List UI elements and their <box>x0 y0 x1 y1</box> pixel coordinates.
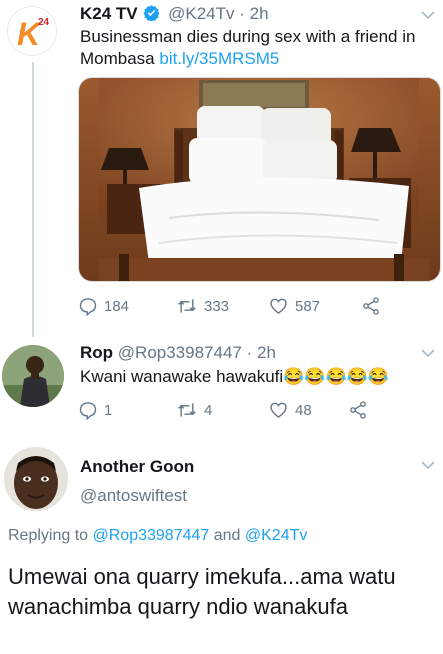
tweet3-chevron-down-icon[interactable] <box>421 460 435 470</box>
bedroom-image <box>79 78 440 281</box>
rop-profile-photo <box>2 345 64 407</box>
tweet2-time[interactable]: · 2h <box>247 343 276 362</box>
tweet1-time[interactable]: · 2h <box>239 4 268 23</box>
tweet1-text: Businessman dies during sex with a frien… <box>80 26 440 70</box>
heart-icon <box>270 298 287 314</box>
another-goon-profile-photo <box>4 447 68 511</box>
tweet1-reply-count: 184 <box>104 297 130 315</box>
tweet1-actions: 184 333 587 <box>78 296 387 316</box>
tweet2-retweet-count: 4 <box>204 401 213 419</box>
tweet2-reply-count: 1 <box>104 401 113 419</box>
tweet2-reply-button[interactable]: 1 <box>78 400 176 420</box>
reply-icon <box>79 298 97 316</box>
replying-to-and: and <box>213 527 241 544</box>
tweet2-like-button[interactable]: 48 <box>268 400 348 420</box>
tweet3-handle-row: @antoswiftest <box>80 486 187 506</box>
replying-to-user-k24[interactable]: @K24Tv <box>245 527 307 544</box>
tweet2-share-button[interactable] <box>348 400 374 420</box>
tweet2-chevron-down-icon[interactable] <box>421 348 435 358</box>
tweet2-name[interactable]: Rop <box>80 343 113 362</box>
tweet2-retweet-button[interactable]: 4 <box>176 400 268 420</box>
heart-icon <box>270 402 287 418</box>
tweet1-photo[interactable] <box>78 77 441 282</box>
tweet2-handle[interactable]: @Rop33987447 <box>118 343 242 362</box>
tweet3-handle[interactable]: @antoswiftest <box>80 486 187 505</box>
tweet2-actions: 1 4 48 <box>78 400 374 420</box>
another-goon-avatar[interactable] <box>4 447 68 511</box>
tweet1-header: K24 TV @K24Tv · 2h <box>80 4 269 24</box>
reply-icon <box>79 402 97 420</box>
tweet2-like-count: 48 <box>295 401 312 419</box>
retweet-icon <box>178 299 196 313</box>
tweet1-retweet-button[interactable]: 333 <box>176 296 268 316</box>
rop-avatar[interactable] <box>2 345 64 407</box>
retweet-icon <box>178 403 196 417</box>
share-icon <box>350 401 366 419</box>
tweet1-link[interactable]: bit.ly/35MRSM5 <box>159 49 279 68</box>
tweet3-name-row: Another Goon <box>80 457 194 477</box>
tweet1-share-button[interactable] <box>361 296 387 316</box>
share-icon <box>363 297 379 315</box>
tweet2-header: Rop @Rop33987447 · 2h <box>80 343 276 363</box>
replying-to-user-rop[interactable]: @Rop33987447 <box>93 527 210 544</box>
tweet1-like-count: 587 <box>295 297 321 315</box>
tweet3-text: Umewai ona quarry imekufa...ama watu wan… <box>8 564 396 619</box>
k24-logo-number: 24 <box>38 17 50 28</box>
laughing-emoji-row: 😂😂😂😂😂 <box>283 367 390 386</box>
replying-to-label: Replying to <box>8 527 89 544</box>
thread-line <box>32 62 34 337</box>
tweet2-text: Kwani wanawake hawakufi😂😂😂😂😂 <box>80 366 440 388</box>
k24-logo-icon: K 24 <box>17 16 50 52</box>
tweet1-reply-button[interactable]: 184 <box>78 296 176 316</box>
tweet1-like-button[interactable]: 587 <box>268 296 361 316</box>
tweet1-handle[interactable]: @K24Tv <box>168 4 234 23</box>
k24-avatar[interactable]: K 24 <box>7 6 57 56</box>
tweet3-name[interactable]: Another Goon <box>80 457 194 476</box>
replying-to-line: Replying to @Rop33987447 and @K24Tv <box>8 527 307 545</box>
tweet1-retweet-count: 333 <box>204 297 230 315</box>
tweet1-name[interactable]: K24 TV <box>80 4 138 23</box>
tweet1-chevron-down-icon[interactable] <box>421 10 435 20</box>
verified-badge-icon <box>143 5 160 21</box>
tweet2-body: Kwani wanawake hawakufi <box>80 367 284 386</box>
